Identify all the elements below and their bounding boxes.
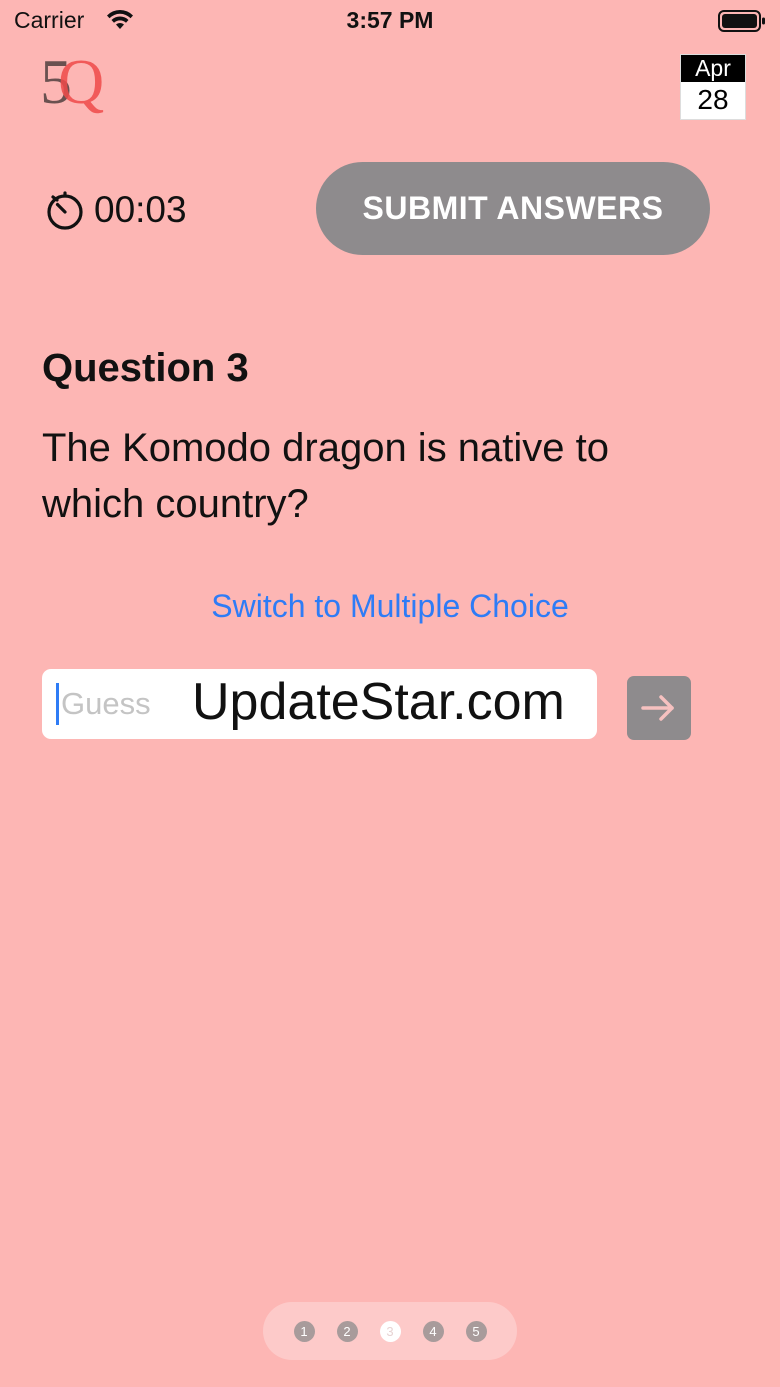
submit-guess-button[interactable] xyxy=(627,676,691,740)
battery-icon xyxy=(718,10,765,32)
guess-input[interactable]: Guess UpdateStar.com xyxy=(42,669,597,739)
logo-q-glyph: Q xyxy=(58,46,105,117)
switch-to-multiple-choice-link[interactable]: Switch to Multiple Choice xyxy=(0,588,780,625)
guess-placeholder: Guess xyxy=(61,686,151,721)
page-indicator: 1 2 3 4 5 xyxy=(263,1302,517,1360)
watermark-text: UpdateStar.com xyxy=(192,673,565,731)
stopwatch-icon xyxy=(47,191,83,230)
text-cursor xyxy=(56,683,59,725)
status-time: 3:57 PM xyxy=(346,7,434,33)
calendar-date-button[interactable]: Apr 28 xyxy=(680,54,746,120)
page-dot-2[interactable]: 2 xyxy=(336,1320,358,1342)
calendar-month: Apr xyxy=(681,55,745,82)
page-dot-5[interactable]: 5 xyxy=(465,1320,487,1342)
page-dot-4[interactable]: 4 xyxy=(422,1320,444,1342)
question-text: The Komodo dragon is native to which cou… xyxy=(42,426,610,526)
question-title: Question 3 xyxy=(42,346,249,390)
submit-answers-button[interactable]: SUBMIT ANSWERS xyxy=(316,162,710,255)
timer-value: 00:03 xyxy=(94,189,187,230)
page-dot-1[interactable]: 1 xyxy=(293,1320,315,1342)
arrow-right-icon xyxy=(641,695,674,721)
app-logo: 5 Q xyxy=(40,44,120,124)
calendar-day: 28 xyxy=(697,84,729,115)
quiz-timer: 00:03 xyxy=(44,188,187,232)
status-bar: Carrier 3:57 PM xyxy=(0,0,780,44)
page-dot-3-current[interactable]: 3 xyxy=(379,1320,401,1342)
